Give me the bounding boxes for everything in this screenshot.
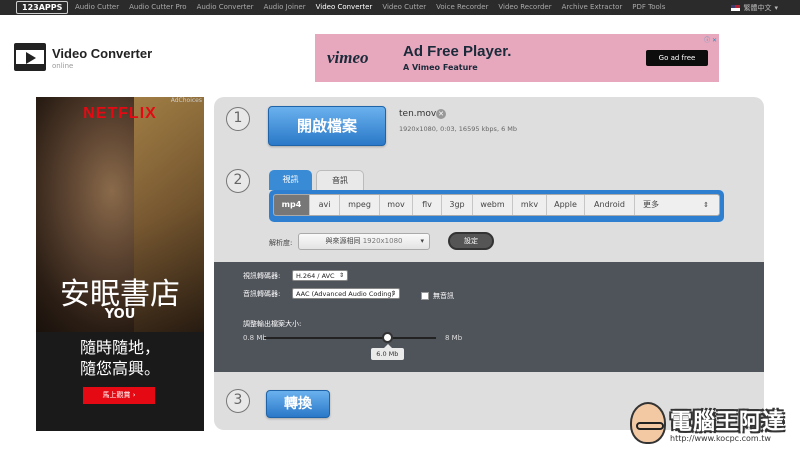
page-title: Video Converter <box>52 46 153 61</box>
chevron-down-icon: ▾ <box>420 237 424 245</box>
slider-handle[interactable] <box>381 332 393 343</box>
nav-item-video-converter[interactable]: Video Converter <box>311 0 378 15</box>
resolution-dimensions: 1920x1080 <box>362 237 403 245</box>
netflix-skyscraper-ad[interactable]: NETFLIX AdChoices 安眠書店 YOU 隨時隨地， 隨您高興。 馬… <box>36 97 204 431</box>
app-header: Video Converter online <box>14 43 152 71</box>
select-arrows-icon: ⇕ <box>703 201 709 209</box>
netflix-logo: NETFLIX <box>83 105 157 122</box>
file-size-slider[interactable] <box>264 337 436 339</box>
video-codec-label: 視訊轉碼器: <box>243 272 281 280</box>
audio-codec-label: 音訊轉碼器: <box>243 290 281 298</box>
audio-codec-value: AAC (Advanced Audio Coding) <box>296 290 395 298</box>
tab-audio[interactable]: 音訊 <box>316 170 364 190</box>
chevron-down-icon: ▾ <box>774 3 778 12</box>
format-3gp[interactable]: 3gp <box>442 195 473 215</box>
video-codec-value: H.264 / AVC <box>296 272 335 280</box>
format-avi[interactable]: avi <box>310 195 340 215</box>
nav-item-video-recorder[interactable]: Video Recorder <box>493 0 556 15</box>
step-2-number: 2 <box>226 169 250 193</box>
film-play-icon <box>14 43 46 71</box>
file-meta: 1920x1080, 0:03, 16595 kbps, 6 Mb <box>399 125 518 133</box>
nav-item-archive-extractor[interactable]: Archive Extractor <box>557 0 628 15</box>
adchoices-icon[interactable]: ⓘ ✕ <box>704 35 717 44</box>
audio-codec-select[interactable]: AAC (Advanced Audio Coding) ⇕ <box>292 288 400 299</box>
resolution-label: 解析度: <box>269 239 293 247</box>
format-webm[interactable]: webm <box>473 195 513 215</box>
ad-tagline-1: 隨時隨地， <box>79 338 160 357</box>
no-audio-label: 無音訊 <box>433 292 454 300</box>
more-formats-label: 更多 <box>643 200 659 209</box>
format-mkv[interactable]: mkv <box>513 195 547 215</box>
resolution-value: 與來源相同 <box>325 237 361 245</box>
format-mp4[interactable]: mp4 <box>274 195 310 215</box>
size-value-tooltip: 6.0 Mb <box>370 344 404 360</box>
convert-button[interactable]: 轉換 <box>266 390 330 418</box>
chevron-updown-icon: ⇕ <box>338 272 344 279</box>
file-size-label: 調整輸出檔案大小: <box>243 320 302 328</box>
mascot-logo <box>630 402 666 444</box>
vimeo-logo: vimeo <box>327 48 369 67</box>
size-max-label: 8 Mb <box>445 334 463 342</box>
watermark-url: http://www.kocpc.com.tw <box>670 434 771 443</box>
advanced-settings-panel: 視訊轉碼器: H.264 / AVC ⇕ 音訊轉碼器: AAC (Advance… <box>214 262 764 372</box>
language-label: 繁體中文 <box>743 3 772 12</box>
format-selector: mp4 avi mpeg mov flv 3gp webm mkv Apple … <box>269 190 724 222</box>
brand-logo[interactable]: 123APPS <box>16 1 69 14</box>
show-title-en: YOU <box>104 307 136 322</box>
more-formats-select[interactable]: 更多 ⇕ <box>635 195 719 215</box>
step-3-number: 3 <box>226 389 250 413</box>
file-name: ten.mov <box>399 109 437 119</box>
converter-panel: 1 開啟檔案 ten.mov ✕ 1920x1080, 0:03, 16595 … <box>214 97 764 430</box>
watermark-title: 電腦王阿達 <box>670 410 786 435</box>
remove-file-icon[interactable]: ✕ <box>436 109 446 119</box>
top-nav-bar: 123APPS Audio Cutter Audio Cutter Pro Au… <box>0 0 800 15</box>
ad-tagline-2: 隨您高興。 <box>79 359 160 378</box>
settings-button[interactable]: 設定 <box>448 232 494 250</box>
app-nav: Audio Cutter Audio Cutter Pro Audio Conv… <box>70 0 670 15</box>
format-mpeg[interactable]: mpeg <box>340 195 380 215</box>
format-apple[interactable]: Apple <box>547 195 585 215</box>
adchoices-label[interactable]: AdChoices <box>171 97 202 104</box>
nav-item-audio-joiner[interactable]: Audio Joiner <box>259 0 311 15</box>
resolution-select[interactable]: 與來源相同 1920x1080 ▾ <box>298 233 430 250</box>
nav-item-audio-cutter[interactable]: Audio Cutter <box>70 0 124 15</box>
flag-icon <box>731 4 741 11</box>
video-codec-select[interactable]: H.264 / AVC ⇕ <box>292 270 348 281</box>
nav-item-video-cutter[interactable]: Video Cutter <box>377 0 431 15</box>
step-1-number: 1 <box>226 107 250 131</box>
vimeo-banner-ad[interactable]: ⓘ ✕ vimeo Ad Free Player. A Vimeo Featur… <box>315 34 719 82</box>
nav-item-audio-converter[interactable]: Audio Converter <box>192 0 259 15</box>
chevron-updown-icon: ⇕ <box>390 290 396 297</box>
nav-item-pdf-tools[interactable]: PDF Tools <box>627 0 670 15</box>
open-file-button[interactable]: 開啟檔案 <box>268 106 386 146</box>
format-flv[interactable]: flv <box>413 195 442 215</box>
site-watermark: 電腦王阿達 http://www.kocpc.com.tw <box>630 400 798 448</box>
nav-item-voice-recorder[interactable]: Voice Recorder <box>431 0 493 15</box>
tab-video[interactable]: 視訊 <box>269 170 312 190</box>
no-audio-checkbox[interactable] <box>421 292 429 300</box>
format-mov[interactable]: mov <box>380 195 413 215</box>
ad-headline: Ad Free Player. <box>403 43 512 60</box>
language-selector[interactable]: 繁體中文 ▾ <box>731 0 778 15</box>
nav-item-audio-cutter-pro[interactable]: Audio Cutter Pro <box>124 0 191 15</box>
go-ad-free-button[interactable]: Go ad free <box>646 50 708 66</box>
ad-subline: A Vimeo Feature <box>403 63 478 72</box>
online-status: online <box>52 62 74 70</box>
watch-now-button[interactable]: 馬上觀賞 › <box>83 387 155 404</box>
format-android[interactable]: Android <box>585 195 635 215</box>
